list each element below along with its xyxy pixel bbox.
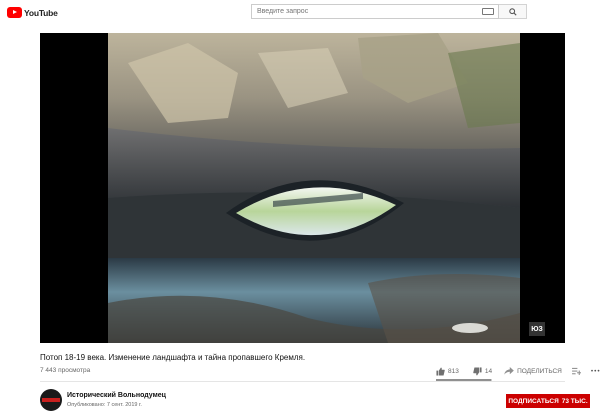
like-ratio-bar	[436, 379, 492, 381]
like-button[interactable]: 813	[436, 366, 459, 376]
subscribe-button[interactable]: ПОДПИСАТЬСЯ 73 ТЫС.	[506, 394, 590, 408]
dislike-count: 14	[484, 367, 493, 375]
share-icon	[504, 367, 514, 375]
search-input[interactable]	[252, 5, 482, 18]
search-box	[251, 4, 499, 19]
more-actions-button[interactable]: •••	[591, 368, 600, 375]
channel-name[interactable]: Исторический Вольнодумец	[67, 392, 166, 399]
share-label: ПОДЕЛИТЬСЯ	[517, 367, 562, 375]
dislike-button[interactable]: 14	[473, 366, 493, 376]
masthead: YouTube	[0, 0, 600, 26]
logo-text: YouTube	[24, 7, 58, 18]
view-count: 7 443 просмотра	[40, 367, 91, 374]
video-actions: 813 14 ПОДЕЛИТЬСЯ •••	[436, 365, 600, 377]
keyboard-icon[interactable]	[482, 8, 494, 15]
more-icon: •••	[590, 367, 600, 375]
channel-watermark[interactable]: ЮЗ	[529, 322, 545, 336]
youtube-logo[interactable]: YouTube	[7, 7, 58, 18]
youtube-play-icon	[7, 7, 22, 18]
share-button[interactable]: ПОДЕЛИТЬСЯ	[504, 367, 562, 375]
save-to-playlist-button[interactable]	[571, 367, 581, 375]
video-player[interactable]	[40, 33, 565, 343]
video-title: Потоп 18-19 века. Изменение ландшафта и …	[40, 353, 306, 362]
search-icon	[508, 7, 517, 16]
subscriber-count: 73 ТЫС.	[561, 397, 588, 405]
subscribe-label: ПОДПИСАТЬСЯ	[508, 397, 559, 405]
add-to-playlist-icon	[571, 367, 581, 375]
divider	[40, 381, 565, 382]
thumbs-down-icon	[473, 366, 482, 376]
avatar-logo-stripe	[42, 398, 60, 402]
channel-avatar[interactable]	[40, 389, 62, 411]
like-count: 813	[448, 367, 459, 375]
video-frame	[108, 33, 520, 343]
thumbs-up-icon	[436, 366, 445, 376]
search-button[interactable]	[499, 4, 527, 19]
publish-date: Опубликовано: 7 сент. 2019 г.	[67, 402, 142, 408]
